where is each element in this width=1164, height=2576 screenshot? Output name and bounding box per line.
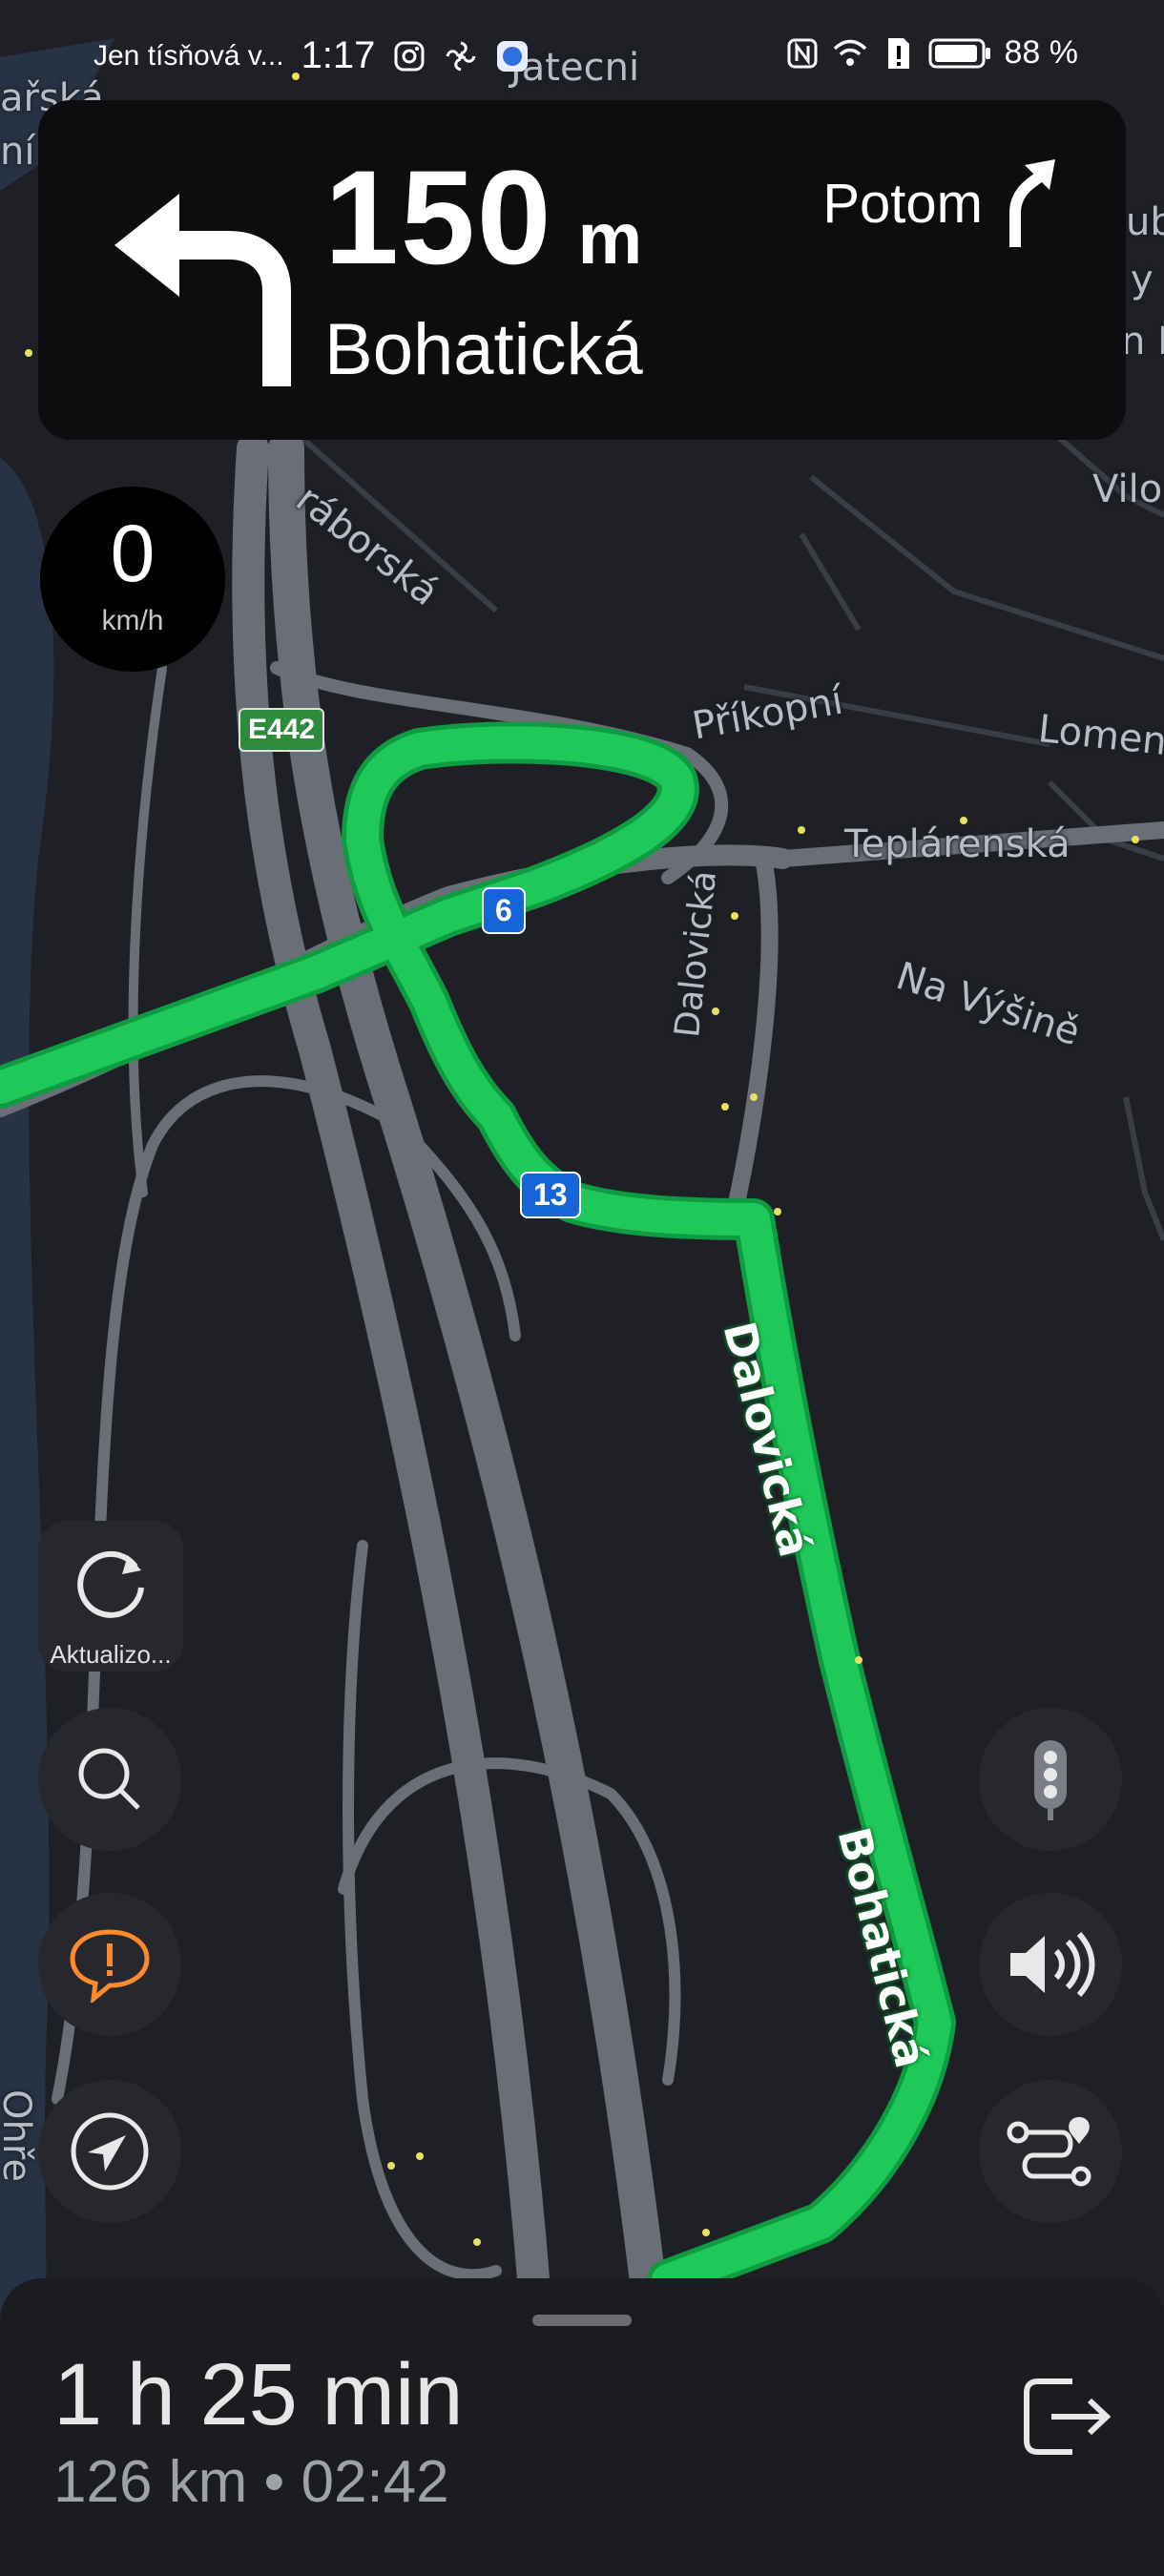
then-instruction: Potom [822,156,1059,251]
speed-value: 0 [110,509,156,598]
clock: 1:17 [301,34,376,76]
then-label: Potom [822,172,983,235]
map-label: Vilo [1092,467,1163,511]
map-label: ub [1126,200,1164,244]
refresh-icon [77,1550,144,1618]
distance-unit: m [577,198,643,280]
instagram-icon [394,41,425,71]
refresh-route-button[interactable]: Aktualizo... [38,1521,183,1672]
map-label: y [1131,258,1154,301]
trip-distance-arrival: 126 km • 02:42 [53,2449,449,2515]
map-label: ní [0,130,35,174]
traffic-button[interactable] [979,1708,1122,1851]
browser-app-icon [497,40,529,72]
search-icon [78,1748,140,1810]
trip-duration: 1 h 25 min [53,2346,464,2443]
status-bar: Jen tísňová v... 1:17 88 % [0,0,1164,113]
route-options-icon [1007,2117,1091,2187]
traffic-light-icon [1034,1740,1067,1820]
exit-navigation-icon[interactable] [1011,2364,1116,2469]
report-incident-button[interactable] [38,1893,181,2036]
locate-icon [71,2112,149,2191]
distance-to-turn: 150 m [324,140,642,295]
no-sim-alert-icon [887,37,909,69]
carrier-text: Jen tísňová v... [94,39,284,72]
battery-icon [928,38,990,68]
fan-icon [446,41,476,71]
drag-handle[interactable] [532,2315,632,2326]
navigation-instruction-card[interactable]: 150 m Bohatická Potom [38,100,1126,440]
volume-icon [1010,1931,1095,1998]
report-icon [70,1929,150,2003]
map-label: Ohře [0,2089,38,2183]
next-street-name: Bohatická [324,309,643,390]
route-options-button[interactable] [979,2080,1122,2223]
turn-left-arrow-icon [114,194,291,386]
distance-value: 150 [324,142,553,292]
speedometer: 0 km/h [40,487,225,672]
map-label: Teplárenská [844,822,1070,866]
wifi-icon [833,39,866,66]
refresh-label: Aktualizo... [50,1640,172,1669]
search-button[interactable] [38,1708,181,1851]
volume-button[interactable] [979,1893,1122,2036]
nfc-icon [787,38,817,68]
road-shield-6: 6 [482,887,526,934]
road-shield-13: 13 [520,1172,581,1218]
recenter-button[interactable] [38,2080,181,2223]
speed-unit: km/h [101,605,164,636]
trip-summary-panel[interactable]: 1 h 25 min 126 km • 02:42 [0,2278,1164,2576]
slight-right-arrow-icon [1009,159,1055,247]
map-label: n L [1121,320,1164,364]
battery-percent: 88 % [1004,34,1079,71]
road-shield-e442: E442 [239,708,325,752]
